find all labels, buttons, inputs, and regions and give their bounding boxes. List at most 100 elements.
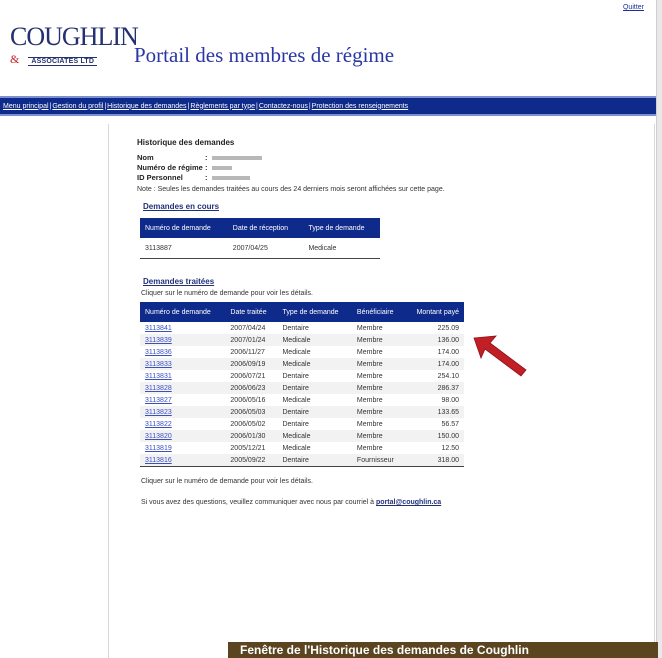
nav-protection-renseignements[interactable]: Protection des renseignements <box>312 103 409 110</box>
beneficiary: Membre <box>356 396 383 404</box>
claim-type: Medicale <box>282 360 311 368</box>
claim-number-cell: 3113822 <box>140 418 225 430</box>
table-row: 3113833 2006/09/19 Medicale Membre 174.00 <box>140 358 464 370</box>
processed-hint: Cliquer sur le numéro de demande pour vo… <box>141 290 313 297</box>
claim-type: Dentaire <box>282 384 309 392</box>
col-beneficiary: Bénéficiaire <box>356 308 394 316</box>
arrow-shape <box>473 335 527 377</box>
quit-link[interactable]: Quitter <box>623 4 644 11</box>
claim-number-cell: 3113828 <box>140 382 225 394</box>
claim-number-link[interactable]: 3113831 <box>145 373 172 380</box>
claim-number-cell: 3113836 <box>140 346 225 358</box>
nav-gestion-profil[interactable]: Gestion du profil <box>52 103 103 110</box>
claim-number-cell: 3113819 <box>140 442 225 454</box>
col-amount-paid: Montant payé <box>416 308 459 316</box>
nav-menu-principal[interactable]: Menu principal <box>3 103 49 110</box>
beneficiary: Membre <box>356 384 383 392</box>
footer-hint: Cliquer sur le numéro de demande pour vo… <box>141 478 313 485</box>
nav-historique-demandes[interactable]: Historique des demandes <box>107 103 186 110</box>
processed-date: 2006/06/23 <box>230 384 266 392</box>
col-claim-type: Type de demande <box>308 224 365 232</box>
personal-id-label: ID Personnel <box>137 173 183 182</box>
table-header-row: Numéro de demande Date traitée Type de d… <box>140 302 464 322</box>
contact-email-link[interactable]: portal@coughlin.ca <box>376 499 441 506</box>
col-claim-number: Numéro de demande <box>145 308 211 316</box>
claim-number-link[interactable]: 3113820 <box>145 433 172 440</box>
claim-number-link[interactable]: 3113823 <box>145 409 172 416</box>
col-claim-type: Type de demande <box>282 308 339 316</box>
amount-paid: 98.00 <box>441 396 459 404</box>
amount-paid: 12.50 <box>441 444 459 452</box>
coughlin-logo: COUGHLIN & ASSOCIATES LTD <box>10 24 139 74</box>
plan-number-label: Numéro de régime <box>137 163 203 172</box>
claim-number-cell: 3113827 <box>140 394 225 406</box>
claim-type: Medicale <box>282 336 311 344</box>
claim-type: Dentaire <box>282 408 309 416</box>
col-processed-date: Date traitée <box>230 308 267 316</box>
processed-date: 2007/04/24 <box>230 324 266 332</box>
pending-claims-table: Numéro de demande Date de réception Type… <box>140 218 380 259</box>
amount-paid: 286.37 <box>437 384 459 392</box>
table-row: 3113828 2006/06/23 Dentaire Membre 286.37 <box>140 382 464 394</box>
table-row: 3113836 2006/11/27 Medicale Membre 174.00 <box>140 346 464 358</box>
processed-claims-table: Numéro de demande Date traitée Type de d… <box>140 302 464 467</box>
nav-contactez-nous[interactable]: Contactez-nous <box>259 103 308 110</box>
beneficiary: Membre <box>356 432 383 440</box>
contact-line: Si vous avez des questions, veuillez com… <box>141 499 577 506</box>
table-row: 3113816 2005/09/22 Dentaire Fournisseur 318.… <box>140 454 464 467</box>
claim-type: Medicale <box>308 244 337 252</box>
table-row: 3113819 2005/12/21 Medicale Membre 12.50 <box>140 442 464 454</box>
col-claim-number: Numéro de demande <box>145 224 211 232</box>
amount-paid: 225.09 <box>437 324 459 332</box>
table-row: 3113831 2006/07/21 Dentaire Membre 254.10 <box>140 370 464 382</box>
nav-reglements-par-type[interactable]: Règlements par type <box>190 103 255 110</box>
amount-paid: 56.57 <box>441 420 459 428</box>
claim-number-link[interactable]: 3113816 <box>145 457 172 464</box>
table-row: 3113827 2006/05/16 Medicale Membre 98.00 <box>140 394 464 406</box>
claim-number-cell: 3113833 <box>140 358 225 370</box>
beneficiary: Membre <box>356 336 383 344</box>
retention-note: Note : Seules les demandes traitées au c… <box>137 186 445 193</box>
claim-number-link[interactable]: 3113827 <box>145 397 172 404</box>
claim-type: Medicale <box>282 432 311 440</box>
claim-number-link[interactable]: 3113822 <box>145 421 172 428</box>
claim-number-cell: 3113816 <box>140 454 225 467</box>
processed-date: 2006/07/21 <box>230 372 266 380</box>
amount-paid: 133.65 <box>437 408 459 416</box>
red-arrow-annotation <box>473 335 527 377</box>
claim-number: 3113887 <box>145 244 172 252</box>
processed-date: 2006/09/19 <box>230 360 266 368</box>
page-heading: Historique des demandes <box>137 138 235 147</box>
claim-number-link[interactable]: 3113839 <box>145 337 172 344</box>
amount-paid: 174.00 <box>437 360 459 368</box>
amount-paid: 254.10 <box>437 372 459 380</box>
claim-number-link[interactable]: 3113841 <box>145 325 172 332</box>
redacted-plan-value <box>211 166 232 170</box>
claim-number-link[interactable]: 3113836 <box>145 349 172 356</box>
figure-caption: Fenêtre de l'Historique des demandes de … <box>228 642 658 658</box>
claims-history-content: Historique des demandes Nom : Numéro de … <box>137 138 577 506</box>
col-received-date: Date de réception <box>232 224 289 232</box>
logo-subtitle: ASSOCIATES LTD <box>28 57 98 66</box>
claim-type: Dentaire <box>282 420 309 428</box>
colon: : <box>205 163 208 172</box>
claim-number-cell: 3113820 <box>140 430 225 442</box>
amount-paid: 150.00 <box>437 432 459 440</box>
processed-date: 2006/01/30 <box>230 432 266 440</box>
claim-number-link[interactable]: 3113819 <box>145 445 172 452</box>
processed-date: 2005/12/21 <box>230 444 266 452</box>
logo-ampersand: & <box>10 52 20 66</box>
received-date: 2007/04/25 <box>232 244 268 252</box>
beneficiary: Membre <box>356 444 383 452</box>
claim-type: Medicale <box>282 396 311 404</box>
table-row: 3113823 2006/05/03 Dentaire Membre 133.65 <box>140 406 464 418</box>
claim-number-link[interactable]: 3113828 <box>145 385 172 392</box>
redacted-name-value <box>211 156 262 160</box>
personal-id-row: ID Personnel : <box>137 173 577 183</box>
claim-number-cell: 3113831 <box>140 370 225 382</box>
claim-number-link[interactable]: 3113833 <box>145 361 172 368</box>
processed-date: 2006/11/27 <box>230 348 265 356</box>
beneficiary: Fournisseur <box>356 456 394 464</box>
processed-date: 2006/05/02 <box>230 420 266 428</box>
amount-paid: 318.00 <box>437 456 459 464</box>
